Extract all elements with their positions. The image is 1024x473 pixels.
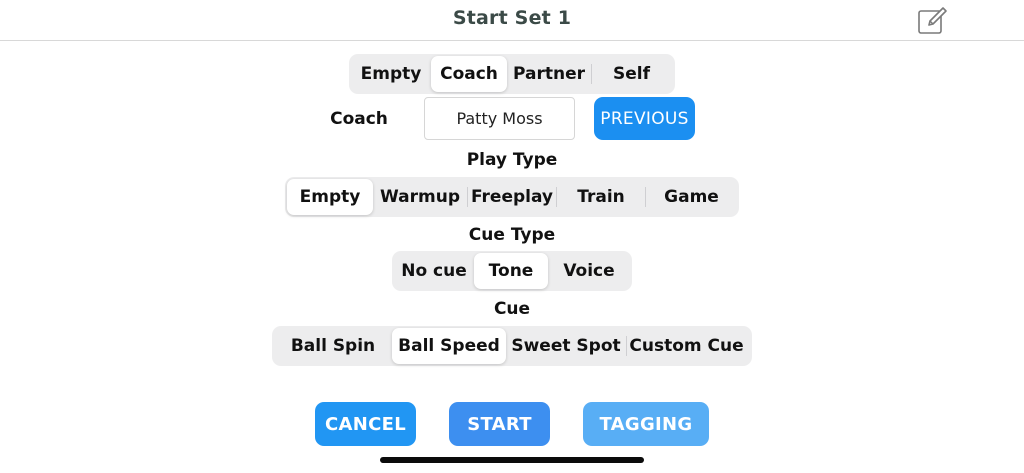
cancel-button[interactable]: CANCEL bbox=[315, 402, 416, 446]
cue-type-option-no-cue[interactable]: No cue bbox=[394, 253, 474, 289]
cue-option-custom-cue[interactable]: Custom Cue bbox=[627, 328, 746, 364]
previous-button[interactable]: PREVIOUS bbox=[594, 97, 695, 140]
source-option-self[interactable]: Self bbox=[592, 56, 671, 92]
coach-label: Coach bbox=[330, 109, 388, 129]
play-type-option-warmup[interactable]: Warmup bbox=[373, 179, 467, 215]
coach-name-field[interactable]: Patty Moss bbox=[424, 97, 575, 140]
cue-type-option-tone[interactable]: Tone bbox=[474, 253, 548, 289]
cue-type-option-voice[interactable]: Voice bbox=[548, 253, 630, 289]
header: Start Set 1 bbox=[0, 0, 1024, 41]
play-type-option-train[interactable]: Train bbox=[557, 179, 645, 215]
cue-option-sweet-spot[interactable]: Sweet Spot bbox=[506, 328, 626, 364]
play-type-label: Play Type bbox=[466, 150, 558, 170]
cue-type-label: Cue Type bbox=[468, 225, 556, 245]
cue-option-ball-speed[interactable]: Ball Speed bbox=[392, 328, 506, 364]
source-option-empty[interactable]: Empty bbox=[351, 56, 431, 92]
start-set-screen: Start Set 1 Empty Coach Partner Self Coa… bbox=[0, 0, 1024, 473]
cue-type-segmented-control: No cue Tone Voice bbox=[392, 251, 632, 291]
play-type-option-freeplay[interactable]: Freeplay bbox=[468, 179, 556, 215]
play-type-option-game[interactable]: Game bbox=[646, 179, 737, 215]
cue-option-ball-spin[interactable]: Ball Spin bbox=[274, 328, 392, 364]
start-button[interactable]: START bbox=[449, 402, 550, 446]
source-option-coach[interactable]: Coach bbox=[431, 56, 507, 92]
cue-label: Cue bbox=[493, 299, 531, 319]
cue-segmented-control: Ball Spin Ball Speed Sweet Spot Custom C… bbox=[272, 326, 752, 366]
home-indicator bbox=[380, 457, 644, 463]
play-type-segmented-control: Empty Warmup Freeplay Train Game bbox=[285, 177, 739, 217]
edit-icon[interactable] bbox=[916, 6, 948, 36]
source-segmented-control: Empty Coach Partner Self bbox=[349, 54, 675, 94]
page-title: Start Set 1 bbox=[452, 7, 572, 29]
source-option-partner[interactable]: Partner bbox=[507, 56, 591, 92]
tagging-button[interactable]: TAGGING bbox=[583, 402, 709, 446]
play-type-option-empty[interactable]: Empty bbox=[287, 179, 373, 215]
